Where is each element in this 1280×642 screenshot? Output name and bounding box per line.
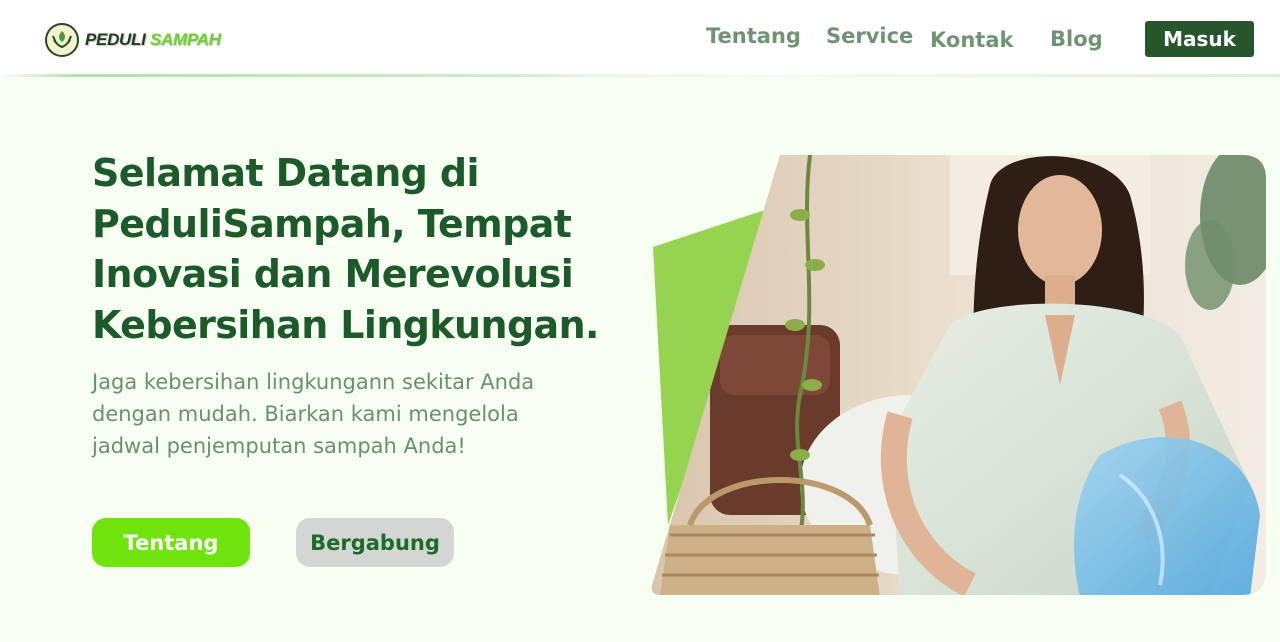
brand-logo[interactable]: PEDULI SAMPAH (45, 23, 221, 57)
login-button[interactable]: Masuk (1145, 21, 1254, 57)
brand-name-part1: PEDULI (85, 30, 146, 49)
hero-title-line: Inovasi dan Merevolusi (92, 252, 574, 296)
hero-subtitle-line: jadwal penjemputan sampah Anda! (92, 434, 466, 458)
nav-link-service[interactable]: Service (826, 24, 913, 48)
about-button[interactable]: Tentang (92, 518, 250, 567)
hero-subtitle-line: dengan mudah. Biarkan kami mengelola (92, 402, 519, 426)
hero-title-line: PeduliSampah, Tempat (92, 201, 572, 246)
leaf-hands-icon (45, 23, 79, 57)
nav-link-tentang[interactable]: Tentang (706, 24, 801, 48)
nav-link-blog[interactable]: Blog (1050, 27, 1103, 51)
hero-subtitle-line: Jaga kebersihan lingkungann sekitar Anda (92, 370, 535, 394)
hero-image (651, 155, 1266, 595)
hero-title: Selamat Datang di PeduliSampah, Tempat I… (92, 148, 612, 350)
nav-link-kontak[interactable]: Kontak (930, 28, 1013, 52)
hero-subtitle: Jaga kebersihan lingkungann sekitar Anda… (92, 366, 572, 462)
header-divider (0, 74, 1280, 77)
hero-title-line: Selamat Datang di (92, 151, 480, 195)
join-button[interactable]: Bergabung (296, 518, 454, 567)
top-navbar: PEDULI SAMPAH Tentang Service Kontak Blo… (0, 0, 1280, 76)
brand-name: PEDULI SAMPAH (85, 30, 221, 50)
brand-name-part2: SAMPAH (149, 30, 221, 49)
hero-title-line: Kebersihan Lingkungan. (92, 302, 599, 347)
